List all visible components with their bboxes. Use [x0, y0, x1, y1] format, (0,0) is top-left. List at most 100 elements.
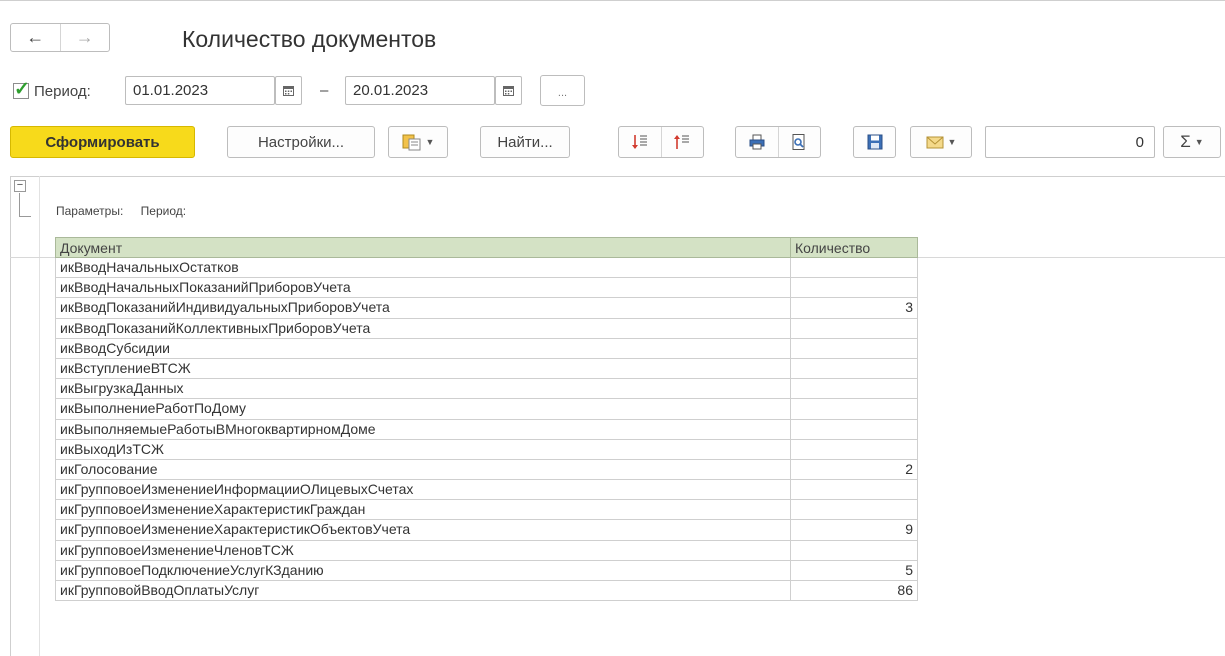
- cell-count[interactable]: [791, 258, 918, 279]
- period-label: Период:: [34, 83, 91, 100]
- report-variants-icon: [402, 134, 421, 151]
- period-end-input[interactable]: 20.01.2023: [345, 76, 495, 105]
- cell-document[interactable]: икГолосование: [55, 459, 791, 481]
- forward-button[interactable]: →: [59, 24, 110, 51]
- params-label: Параметры:: [56, 204, 124, 218]
- table-row[interactable]: икВводНачальныхПоказанийПриборовУчета: [55, 278, 918, 299]
- table-row[interactable]: икГолосование 2: [55, 459, 918, 481]
- period-start-input[interactable]: 01.01.2023: [125, 76, 275, 105]
- cell-count[interactable]: 2: [791, 459, 918, 481]
- table-row[interactable]: икГрупповоеИзменениеИнформацииОЛицевыхСч…: [55, 480, 918, 501]
- table-row[interactable]: икВыполнениеРаботПоДому: [55, 399, 918, 420]
- cell-document[interactable]: икВыгрузкаДанных: [55, 379, 791, 400]
- cell-count[interactable]: 5: [791, 560, 918, 581]
- print-button[interactable]: [736, 127, 779, 157]
- printer-icon: [749, 134, 765, 150]
- preview-icon: [792, 134, 805, 150]
- table-row[interactable]: икГрупповоеПодключениеУслугКЗданию 5: [55, 560, 918, 581]
- checkmark-icon: ✓: [14, 79, 30, 100]
- cell-count[interactable]: [791, 500, 918, 521]
- envelope-icon: [926, 136, 944, 149]
- print-group: [735, 126, 821, 158]
- cell-document[interactable]: икВводНачальныхОстатков: [55, 258, 791, 279]
- calendar-icon: [503, 86, 514, 96]
- cell-count[interactable]: 86: [791, 581, 918, 602]
- calendar-start-button[interactable]: [275, 76, 302, 105]
- collapse-group-icon[interactable]: −: [14, 180, 26, 192]
- sort-ascending-button[interactable]: [619, 127, 662, 157]
- sort-group: [618, 126, 704, 158]
- find-button[interactable]: Найти...: [480, 126, 570, 158]
- cell-count[interactable]: [791, 338, 918, 359]
- print-preview-button[interactable]: [779, 127, 821, 157]
- cell-document[interactable]: икВыполнениеРаботПоДому: [55, 399, 791, 420]
- table-row[interactable]: икВводПоказанийИндивидуальныхПриборовУче…: [55, 298, 918, 319]
- cell-document[interactable]: икВводПоказанийИндивидуальныхПриборовУче…: [55, 298, 791, 319]
- cell-document[interactable]: икГрупповоеПодключениеУслугКЗданию: [55, 560, 791, 581]
- cell-count[interactable]: [791, 480, 918, 501]
- period-dash: –: [320, 82, 329, 99]
- save-button[interactable]: [853, 126, 896, 158]
- cell-count[interactable]: [791, 419, 918, 440]
- report-parameters: Параметры: Период:: [56, 204, 200, 218]
- cell-document[interactable]: икВводСубсидии: [55, 338, 791, 359]
- table-row[interactable]: икВводНачальныхОстатков: [55, 258, 918, 279]
- table-row[interactable]: икГрупповоеИзменениеХарактеристикГраждан: [55, 500, 918, 521]
- cell-document[interactable]: икГрупповоеИзменениеЧленовТСЖ: [55, 540, 791, 561]
- cell-count[interactable]: [791, 358, 918, 380]
- send-email-dropdown-button[interactable]: ▼: [910, 126, 972, 158]
- selected-sum-field[interactable]: 0: [985, 126, 1155, 158]
- report-table: Документ Количество икВводНачальныхОстат…: [55, 237, 918, 602]
- floppy-disk-icon: [867, 134, 882, 150]
- cell-count[interactable]: [791, 379, 918, 400]
- tree-line: [19, 216, 31, 217]
- sort-descending-button[interactable]: [662, 127, 704, 157]
- table-row[interactable]: икВводСубсидии: [55, 338, 918, 359]
- cell-document[interactable]: икВыходИзТСЖ: [55, 439, 791, 460]
- calendar-end-button[interactable]: [495, 76, 522, 105]
- cell-document[interactable]: икГрупповоеИзменениеХарактеристикОбъекто…: [55, 520, 791, 541]
- table-row[interactable]: икГрупповоеИзменениеЧленовТСЖ: [55, 540, 918, 561]
- generate-button[interactable]: Сформировать: [10, 126, 195, 158]
- column-header-count: Количество: [791, 237, 918, 258]
- cell-document[interactable]: икВыполняемыеРаботыВМногоквартирномДоме: [55, 419, 791, 440]
- chevron-down-icon: ▼: [1194, 137, 1204, 147]
- table-row[interactable]: икГрупповойВводОплатыУслуг 86: [55, 581, 918, 602]
- column-header-document: Документ: [55, 237, 791, 258]
- sum-icon: Σ: [1180, 132, 1191, 151]
- variants-dropdown-button[interactable]: ▼: [388, 126, 448, 158]
- cell-document[interactable]: икВступлениеВТСЖ: [55, 358, 791, 380]
- cell-count[interactable]: [791, 399, 918, 420]
- table-header: Документ Количество: [55, 237, 918, 258]
- settings-button[interactable]: Настройки...: [227, 126, 375, 158]
- period-checkbox[interactable]: ✓: [13, 79, 30, 100]
- top-border: [0, 0, 1225, 1]
- table-row[interactable]: икГрупповоеИзменениеХарактеристикОбъекто…: [55, 520, 918, 541]
- cell-count[interactable]: 3: [791, 298, 918, 319]
- cell-count[interactable]: [791, 540, 918, 561]
- table-row[interactable]: икВыполняемыеРаботыВМногоквартирномДоме: [55, 419, 918, 440]
- table-row[interactable]: икВыгрузкаДанных: [55, 379, 918, 400]
- table-row[interactable]: икВыходИзТСЖ: [55, 439, 918, 460]
- table-row[interactable]: икВступлениеВТСЖ: [55, 358, 918, 380]
- table-row[interactable]: икВводПоказанийКоллективныхПриборовУчета: [55, 318, 918, 339]
- cell-document[interactable]: икГрупповоеИзменениеХарактеристикГраждан: [55, 500, 791, 521]
- table-body: икВводНачальныхОстатков икВводНачальныхПо…: [55, 258, 918, 602]
- period-more-button[interactable]: ...: [540, 75, 585, 106]
- sum-dropdown-button[interactable]: Σ ▼: [1163, 126, 1221, 158]
- cell-count[interactable]: [791, 439, 918, 460]
- cell-document[interactable]: икВводНачальныхПоказанийПриборовУчета: [55, 278, 791, 299]
- cell-document[interactable]: икГрупповойВводОплатыУслуг: [55, 581, 791, 602]
- nav-buttons: ← →: [10, 23, 110, 52]
- chevron-down-icon: ▼: [947, 137, 957, 147]
- back-button[interactable]: ←: [11, 24, 60, 51]
- cell-count[interactable]: [791, 318, 918, 339]
- cell-document[interactable]: икВводПоказанийКоллективныхПриборовУчета: [55, 318, 791, 339]
- page-title: Количество документов: [182, 26, 437, 52]
- sort-ascending-icon: [631, 135, 647, 149]
- cell-count[interactable]: [791, 278, 918, 299]
- cell-document[interactable]: икГрупповоеИзменениеИнформацииОЛицевыхСч…: [55, 480, 791, 501]
- report-group-column: [39, 176, 40, 656]
- sort-descending-icon: [674, 135, 690, 149]
- cell-count[interactable]: 9: [791, 520, 918, 541]
